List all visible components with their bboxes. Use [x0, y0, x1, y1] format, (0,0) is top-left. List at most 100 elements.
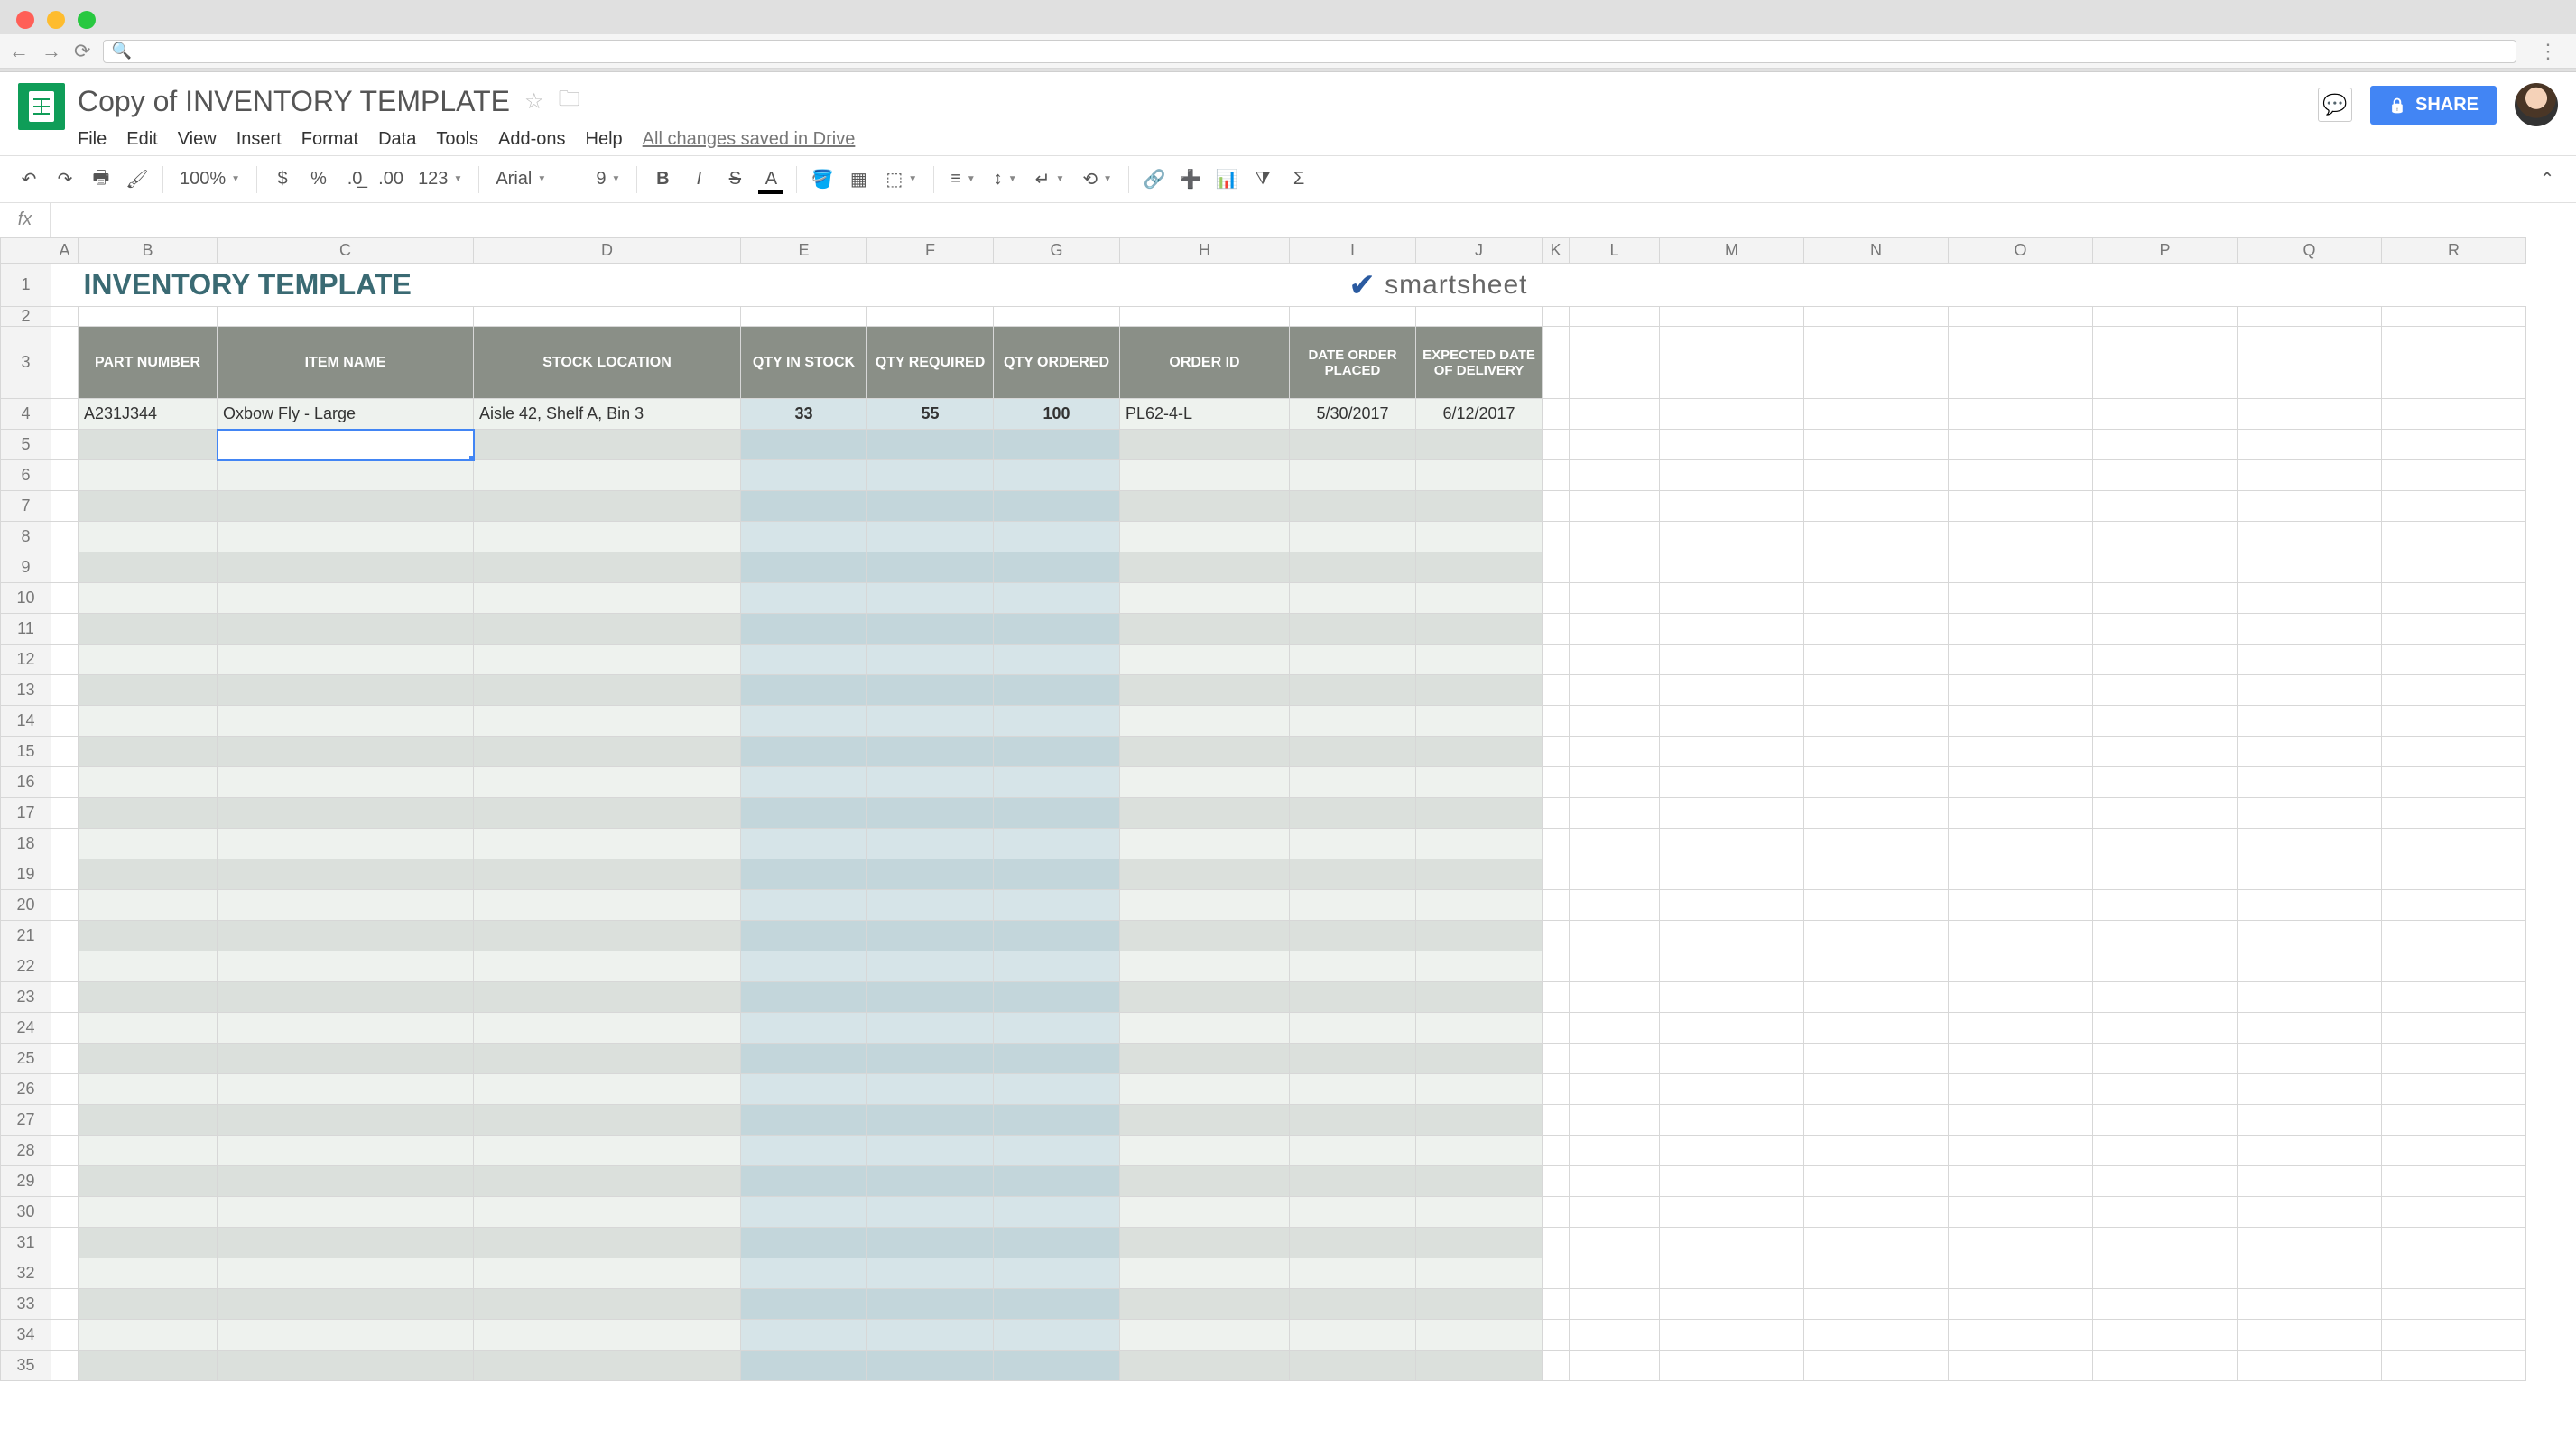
maximize-window-button[interactable]	[78, 11, 96, 29]
menu-help[interactable]: Help	[586, 129, 623, 150]
row-header[interactable]: 10	[1, 583, 51, 614]
cell[interactable]	[2093, 1320, 2238, 1351]
browser-menu-button[interactable]: ⋮	[2529, 40, 2567, 63]
cell[interactable]	[2382, 1136, 2526, 1166]
cell[interactable]	[2238, 1044, 2382, 1074]
cell[interactable]	[867, 1074, 994, 1105]
cell[interactable]	[1543, 767, 1570, 798]
text-wrap-dropdown[interactable]: ↵▼	[1028, 168, 1072, 190]
cell[interactable]	[51, 645, 79, 675]
cell[interactable]	[1416, 1044, 1543, 1074]
cell[interactable]	[474, 951, 741, 982]
cell[interactable]	[474, 307, 741, 327]
cell[interactable]	[79, 552, 218, 583]
cell[interactable]	[1570, 1258, 1660, 1289]
cell[interactable]	[2238, 1136, 2382, 1166]
cell[interactable]	[218, 1289, 474, 1320]
cell[interactable]	[1949, 1258, 2093, 1289]
cell[interactable]	[1543, 737, 1570, 767]
cell[interactable]	[2093, 1136, 2238, 1166]
cell[interactable]	[994, 645, 1120, 675]
cell[interactable]	[2238, 829, 2382, 859]
cell[interactable]	[1949, 1289, 2093, 1320]
cell[interactable]	[2382, 327, 2526, 399]
cell[interactable]	[2382, 829, 2526, 859]
cell[interactable]	[474, 982, 741, 1013]
cell[interactable]	[51, 798, 79, 829]
cell[interactable]	[994, 798, 1120, 829]
cell[interactable]	[1570, 1228, 1660, 1258]
cell[interactable]	[1949, 1105, 2093, 1136]
folder-icon[interactable]: 🗀	[559, 83, 580, 120]
cell[interactable]	[741, 1197, 867, 1228]
cell[interactable]	[79, 460, 218, 491]
cell[interactable]	[2238, 1228, 2382, 1258]
cell[interactable]	[2382, 1013, 2526, 1044]
cell[interactable]	[474, 1013, 741, 1044]
cell[interactable]	[741, 737, 867, 767]
cell[interactable]	[474, 890, 741, 921]
cell[interactable]	[1804, 798, 1949, 829]
cell[interactable]	[741, 859, 867, 890]
cell[interactable]: 33	[741, 399, 867, 430]
cell[interactable]: 55	[867, 399, 994, 430]
cell[interactable]	[474, 706, 741, 737]
cell[interactable]	[1543, 645, 1570, 675]
cell[interactable]	[1543, 1228, 1570, 1258]
strikethrough-button[interactable]: S	[718, 163, 751, 196]
cell[interactable]	[1290, 1105, 1416, 1136]
cell[interactable]	[1804, 522, 1949, 552]
cell[interactable]	[2382, 399, 2526, 430]
cell[interactable]	[1570, 1105, 1660, 1136]
cell[interactable]	[51, 859, 79, 890]
cell[interactable]	[218, 460, 474, 491]
cell[interactable]	[2238, 645, 2382, 675]
cell[interactable]	[1949, 264, 2093, 307]
cell[interactable]	[867, 522, 994, 552]
cell[interactable]	[2382, 859, 2526, 890]
cell[interactable]	[474, 460, 741, 491]
cell[interactable]	[1570, 264, 1660, 307]
cell[interactable]	[1120, 1013, 1290, 1044]
row-header[interactable]: 12	[1, 645, 51, 675]
cell[interactable]	[994, 1013, 1120, 1044]
cell[interactable]	[1290, 491, 1416, 522]
cell[interactable]	[1660, 327, 1804, 399]
zoom-dropdown[interactable]: 100%▼	[172, 169, 247, 190]
cell[interactable]	[1416, 1013, 1543, 1044]
cell[interactable]	[2093, 798, 2238, 829]
cell[interactable]	[1660, 859, 1804, 890]
menu-format[interactable]: Format	[301, 129, 358, 150]
cell[interactable]	[1416, 583, 1543, 614]
cell[interactable]	[2093, 675, 2238, 706]
cell[interactable]	[218, 1197, 474, 1228]
cell[interactable]	[1949, 1013, 2093, 1044]
borders-button[interactable]: ▦	[842, 163, 875, 196]
cell[interactable]	[1570, 460, 1660, 491]
cell[interactable]	[2238, 1197, 2382, 1228]
cell[interactable]: 6/12/2017	[1416, 399, 1543, 430]
cell[interactable]	[1570, 1320, 1660, 1351]
cell[interactable]	[867, 1197, 994, 1228]
decrease-decimal-button[interactable]: .0̲	[338, 163, 371, 196]
cell[interactable]	[79, 583, 218, 614]
row-header[interactable]: 21	[1, 921, 51, 951]
cell[interactable]	[1660, 767, 1804, 798]
menu-addons[interactable]: Add-ons	[498, 129, 566, 150]
share-button[interactable]: SHARE	[2370, 86, 2497, 125]
cell[interactable]	[1804, 1258, 1949, 1289]
cell[interactable]	[1543, 327, 1570, 399]
cell[interactable]	[1120, 1320, 1290, 1351]
column-header[interactable]: H	[1120, 238, 1290, 264]
cell[interactable]	[1949, 614, 2093, 645]
italic-button[interactable]: I	[682, 163, 715, 196]
cell[interactable]	[2238, 767, 2382, 798]
cell[interactable]	[2093, 951, 2238, 982]
cell[interactable]	[1570, 430, 1660, 460]
cell[interactable]	[51, 399, 79, 430]
row-header[interactable]: 3	[1, 327, 51, 399]
row-header[interactable]: 29	[1, 1166, 51, 1197]
cell[interactable]	[51, 982, 79, 1013]
cell[interactable]: 5/30/2017	[1290, 399, 1416, 430]
cell[interactable]	[79, 829, 218, 859]
